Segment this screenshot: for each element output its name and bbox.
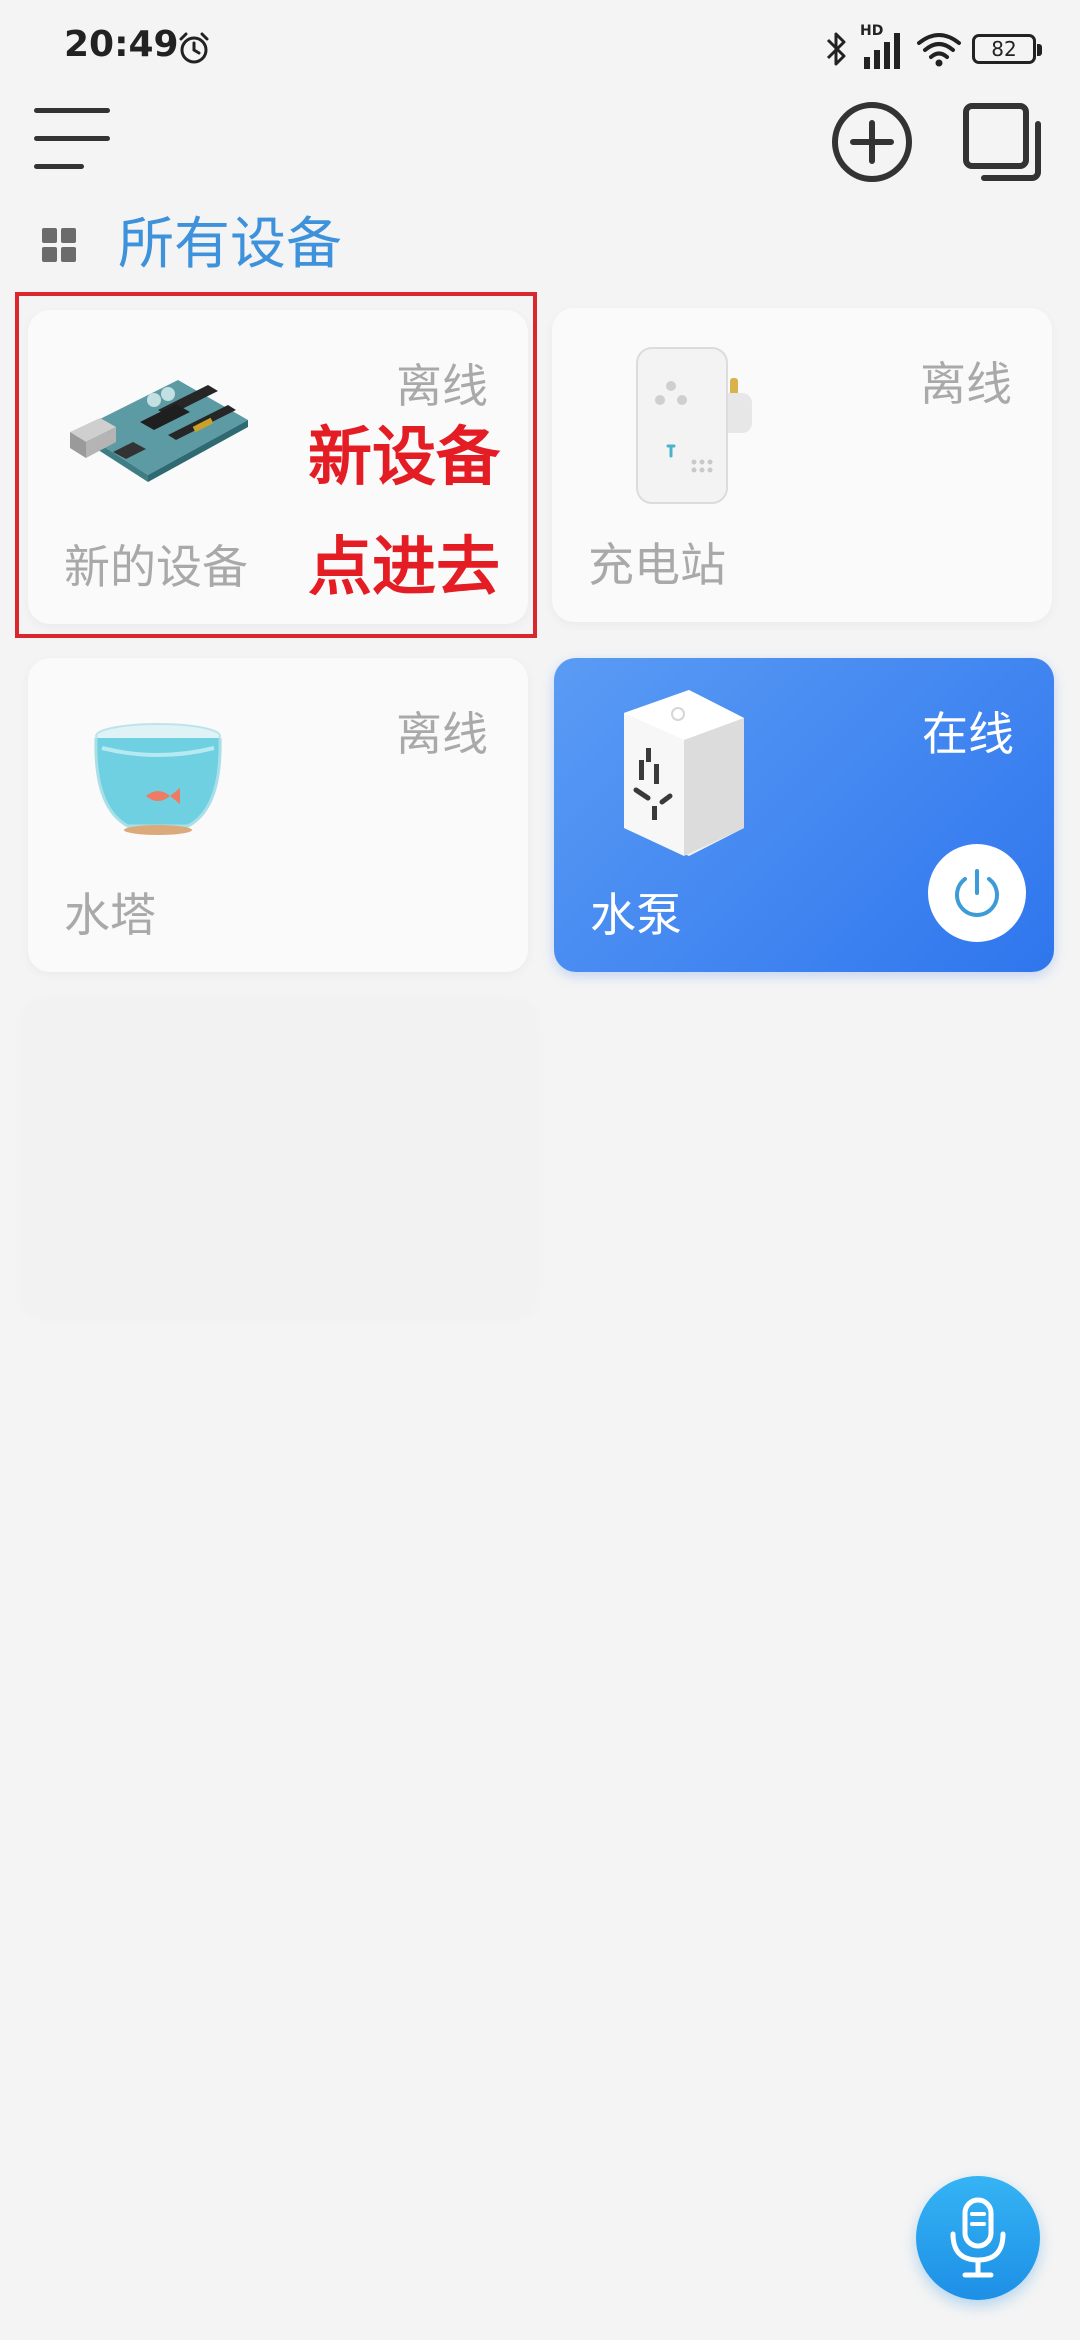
- voice-button[interactable]: [916, 2176, 1040, 2300]
- power-button[interactable]: [928, 844, 1026, 942]
- status-icons: HD 82: [824, 23, 1042, 74]
- section-title[interactable]: 所有设备: [118, 210, 342, 280]
- bluetooth-icon: [826, 32, 846, 66]
- power-icon: [955, 869, 999, 917]
- empty-card-placeholder: [22, 1000, 536, 1318]
- battery-icon: 82: [972, 34, 1042, 64]
- battery-level: 82: [991, 37, 1017, 61]
- screen: 20:49 HD 82 所有设备 离线 新的设备 新设备 点进去 离线 充电站 …: [0, 0, 1080, 2340]
- device-card-charging-station[interactable]: 离线 充电站: [552, 308, 1052, 622]
- signal-icon: HD: [860, 23, 906, 71]
- status-time: 20:49: [64, 24, 179, 65]
- device-name: 水泵: [590, 888, 682, 942]
- fishbowl-image: [94, 723, 222, 835]
- highlight-annotation-box: [15, 292, 537, 638]
- alarm-icon: [179, 32, 209, 64]
- add-circle-icon[interactable]: [830, 100, 914, 184]
- device-status: 离线: [396, 707, 488, 761]
- device-status: 离线: [920, 357, 1012, 411]
- microphone-icon: [950, 2197, 1006, 2278]
- device-name: 充电站: [588, 538, 726, 592]
- plug-adapter-image: [636, 347, 752, 504]
- grid-icon: [42, 228, 76, 262]
- device-status: 在线: [922, 707, 1014, 761]
- device-card-water-pump[interactable]: 在线 水泵: [554, 658, 1054, 972]
- device-name: 水塔: [64, 888, 156, 942]
- wifi-icon: [917, 33, 961, 67]
- smart-socket-image: [624, 690, 744, 856]
- device-card-water-tower[interactable]: 离线 水塔: [28, 658, 528, 972]
- status-bar: 20:49 HD 82: [0, 0, 1080, 96]
- menu-icon[interactable]: [32, 104, 112, 176]
- multi-window-icon[interactable]: [960, 100, 1044, 184]
